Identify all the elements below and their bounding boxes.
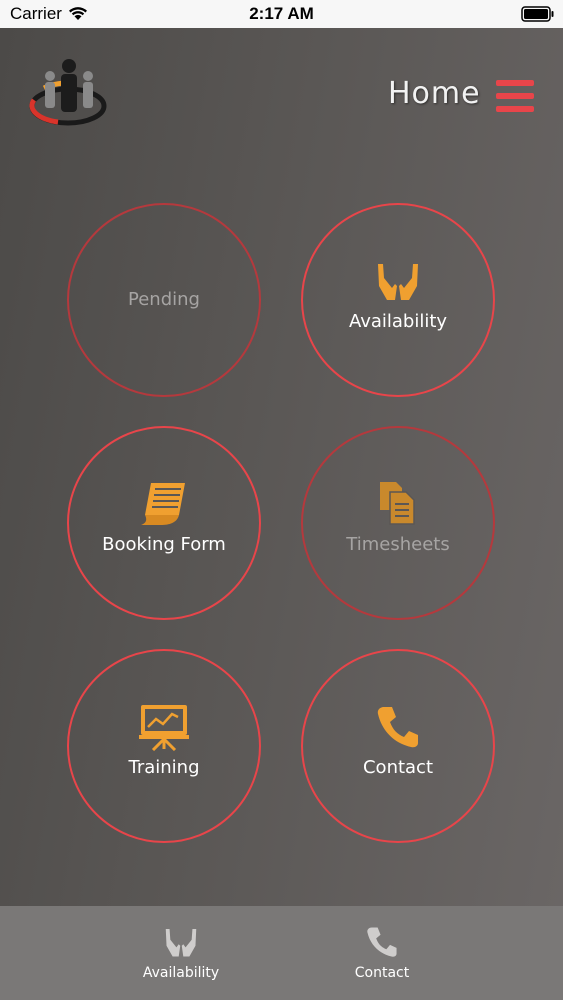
tab-availability-label: Availability (142, 965, 220, 981)
booking-form-button[interactable]: Booking Form (67, 426, 261, 620)
home-screen: Home Pending Availability Booking Form T… (0, 28, 563, 906)
timesheets-label: Timesheets (346, 534, 450, 555)
tab-contact-label: Contact (354, 965, 410, 981)
availability-label: Availability (348, 311, 448, 332)
timesheets-button[interactable]: Timesheets (301, 426, 495, 620)
pending-button[interactable]: Pending (67, 203, 261, 397)
booking-form-label: Booking Form (102, 534, 226, 555)
contact-label: Contact (362, 757, 434, 778)
tab-availability[interactable]: Availability (81, 906, 281, 1000)
people-group-logo (28, 56, 112, 134)
tab-bar: Availability Contact (0, 906, 563, 1000)
phone-icon (282, 926, 482, 962)
pending-label: Pending (128, 289, 200, 310)
training-button[interactable]: Training (67, 649, 261, 843)
phone-icon (303, 705, 493, 753)
training-label: Training (128, 757, 200, 778)
contact-button[interactable]: Contact (301, 649, 495, 843)
availability-button[interactable]: Availability (301, 203, 495, 397)
hamburger-menu-icon[interactable] (496, 80, 534, 116)
open-hands-icon (303, 260, 493, 306)
status-time: 2:17 AM (249, 4, 314, 23)
tab-contact[interactable]: Contact (282, 906, 482, 1000)
battery-icon (521, 6, 555, 27)
open-hands-icon (81, 926, 281, 962)
presentation-board-icon (69, 703, 259, 755)
page-title: Home (388, 76, 481, 111)
documents-icon (303, 480, 493, 530)
scroll-form-icon (69, 481, 259, 531)
status-bar: Carrier 2:17 AM (0, 0, 563, 28)
